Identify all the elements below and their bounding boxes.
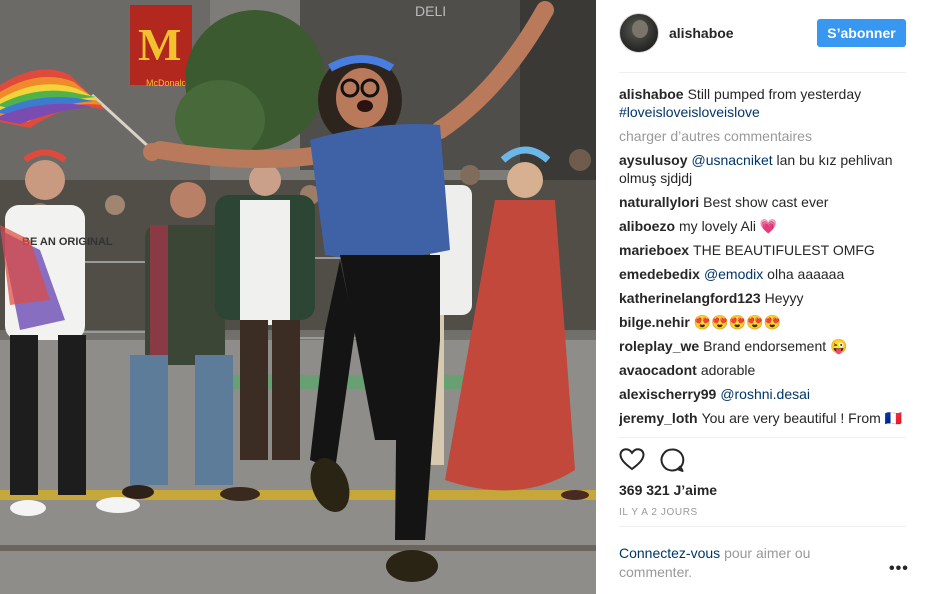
comment-username[interactable]: jeremy_loth xyxy=(619,410,698,426)
username-link[interactable]: alishaboe xyxy=(669,25,734,41)
comment-item: emedebedix @emodix olha aaaaaa xyxy=(619,265,906,283)
svg-text:BE AN ORIGINAL: BE AN ORIGINAL xyxy=(22,236,113,248)
comment-item: avaocadont adorable xyxy=(619,361,906,379)
comment-username[interactable]: aliboezo xyxy=(619,218,675,234)
comment-mention[interactable]: @roshni.desai xyxy=(720,386,810,402)
comment-username[interactable]: naturallylori xyxy=(619,194,699,210)
comment-mention[interactable]: @emodix xyxy=(704,266,763,282)
comment-icon[interactable] xyxy=(659,447,685,473)
post-caption: alishaboe Still pumped from yesterday #lo… xyxy=(619,85,906,121)
caption-username[interactable]: alishaboe xyxy=(619,86,684,102)
comment-username[interactable]: alexischerry99 xyxy=(619,386,716,402)
comment-item: katherinelangford123 Heyyy xyxy=(619,289,906,307)
comment-item: jeremy_loth You are very beautiful ! From… xyxy=(619,409,906,427)
avatar[interactable] xyxy=(619,13,659,53)
like-count[interactable]: 369 321 J’aime xyxy=(619,482,717,498)
post-side-panel: alishaboe S’abonner alishaboe Still pumpe… xyxy=(596,0,929,594)
svg-text:DELI: DELI xyxy=(415,3,446,19)
footer-divider xyxy=(619,526,906,527)
parade-scene: M McDonald's DELI BE AN ORIGINAL xyxy=(0,0,596,594)
comment-text: adorable xyxy=(700,362,756,378)
header-divider xyxy=(619,72,906,73)
comment-text: Best show cast ever xyxy=(703,194,829,210)
comment-username[interactable]: aysulusoy xyxy=(619,152,687,168)
comment-text: THE BEAUTIFULEST OMFG xyxy=(693,242,875,258)
post-timestamp[interactable]: IL Y A 2 JOURS xyxy=(619,507,698,518)
comment-username[interactable]: avaocadont xyxy=(619,362,697,378)
comment-item: marieboex THE BEAUTIFULEST OMFG xyxy=(619,241,906,259)
comments-divider xyxy=(619,437,906,438)
comment-item: roleplay_we Brand endorsement 😜 xyxy=(619,337,906,355)
comment-text: olha aaaaaa xyxy=(767,266,845,282)
comment-username[interactable]: bilge.nehir xyxy=(619,314,690,330)
comment-item: aysulusoy @usnacniket lan bu kız pehlivan… xyxy=(619,151,906,187)
comment-item: naturallylori Best show cast ever xyxy=(619,193,906,211)
login-link[interactable]: Connectez-vous xyxy=(619,545,720,561)
follow-button[interactable]: S’abonner xyxy=(817,19,906,47)
load-more-comments-link[interactable]: charger d’autres commentaires xyxy=(619,127,906,145)
post-header: alishaboe S’abonner xyxy=(596,0,929,72)
comment-item: bilge.nehir 😍😍😍😍😍 xyxy=(619,313,906,331)
post-photo[interactable]: M McDonald's DELI BE AN ORIGINAL xyxy=(0,0,596,594)
login-prompt: Connectez-vous pour aimer ou commenter. xyxy=(619,544,879,582)
comments-list[interactable]: alishaboe Still pumped from yesterday #lo… xyxy=(619,85,906,437)
comment-username[interactable]: katherinelangford123 xyxy=(619,290,761,306)
more-options-icon[interactable]: ••• xyxy=(889,560,909,578)
comment-text: my lovely Ali 💗 xyxy=(679,218,778,234)
svg-text:M: M xyxy=(138,19,181,70)
comment-mention[interactable]: @usnacniket xyxy=(691,152,772,168)
comment-username[interactable]: roleplay_we xyxy=(619,338,699,354)
caption-hashtag[interactable]: #loveisloveisloveislove xyxy=(619,104,760,120)
comment-text: Heyyy xyxy=(764,290,804,306)
comment-text: You are very beautiful ! From 🇫🇷 xyxy=(701,410,903,426)
heart-icon[interactable] xyxy=(619,447,645,473)
comment-username[interactable]: emedebedix xyxy=(619,266,700,282)
comment-text: 😍😍😍😍😍 xyxy=(693,314,781,330)
comment-text: Brand endorsement 😜 xyxy=(703,338,848,354)
comment-username[interactable]: marieboex xyxy=(619,242,689,258)
comment-item: alexischerry99 @roshni.desai xyxy=(619,385,906,403)
comment-item: aliboezo my lovely Ali 💗 xyxy=(619,217,906,235)
caption-text: Still pumped from yesterday xyxy=(687,86,862,102)
